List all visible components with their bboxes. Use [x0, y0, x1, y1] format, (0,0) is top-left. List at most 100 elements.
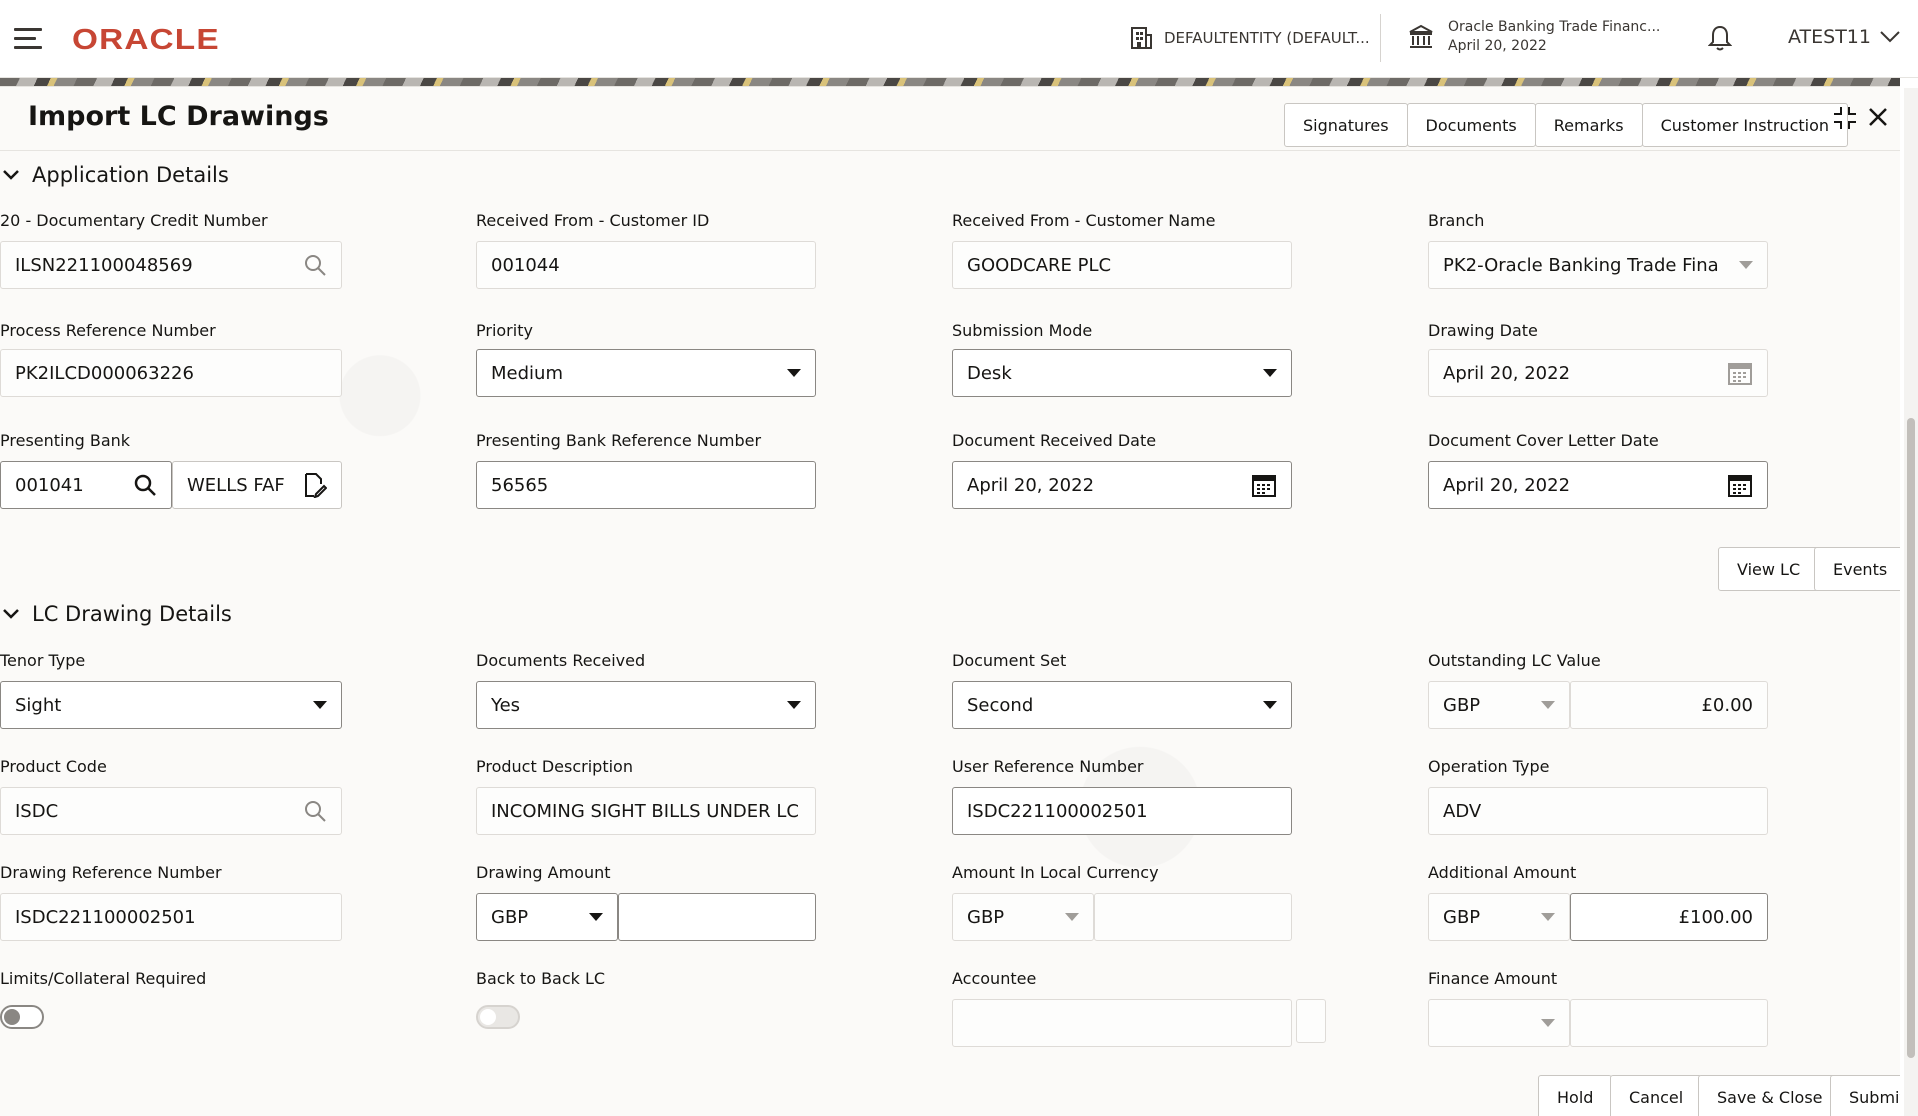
header-tabs: Signatures Documents Remarks Customer In… [1284, 103, 1847, 147]
search-icon[interactable] [303, 799, 327, 823]
view-lc-button[interactable]: View LC [1718, 547, 1819, 591]
drawing-panel: Import LC Drawings Signatures Documents … [0, 86, 1900, 1116]
customer-name-field[interactable]: GOODCARE PLC [952, 241, 1292, 289]
drawing-ref-field[interactable]: ISDC221100002501 [0, 893, 342, 941]
calendar-icon[interactable] [1727, 360, 1753, 386]
save-close-button[interactable]: Save & Close [1698, 1075, 1842, 1116]
product-description-value: INCOMING SIGHT BILLS UNDER LC ( [491, 801, 801, 822]
process-ref-field[interactable]: PK2ILCD000063226 [0, 349, 342, 397]
pb-ref-label: Presenting Bank Reference Number [476, 431, 761, 450]
finance-amount-label: Finance Amount [1428, 969, 1557, 988]
limits-collateral-label: Limits/Collateral Required [0, 969, 206, 988]
document-set-label: Document Set [952, 651, 1066, 670]
calendar-icon[interactable] [1727, 472, 1753, 498]
chevron-down-icon [1879, 30, 1901, 44]
entity-selector[interactable]: DEFAULTENTITY (DEFAULT... [1130, 26, 1370, 50]
lc-drawing-details-header[interactable]: LC Drawing Details [2, 602, 232, 626]
bell-icon[interactable] [1708, 24, 1732, 52]
additional-currency-select[interactable]: GBP [1428, 893, 1570, 941]
bank-date: April 20, 2022 [1448, 37, 1660, 56]
pb-ref-field[interactable]: 56565 [476, 461, 816, 509]
tenor-type-select[interactable]: Sight [0, 681, 342, 729]
submit-button[interactable]: Submit [1830, 1075, 1900, 1116]
outstanding-amount-field[interactable]: £0.00 [1570, 681, 1768, 729]
branch-select[interactable]: PK2-Oracle Banking Trade Fina [1428, 241, 1768, 289]
limits-collateral-toggle[interactable] [0, 1005, 44, 1029]
hamburger-icon[interactable] [14, 28, 42, 50]
scrollbar-thumb[interactable] [1907, 418, 1915, 1058]
user-menu[interactable]: ATEST11 [1788, 26, 1901, 48]
search-icon[interactable] [303, 253, 327, 277]
presenting-bank-id-field[interactable]: 001041 [0, 461, 172, 509]
user-ref-field[interactable]: ISDC221100002501 [952, 787, 1292, 835]
user-ref-value: ISDC221100002501 [967, 801, 1277, 822]
product-code-value: ISDC [15, 801, 297, 822]
doc-cover-date-label: Document Cover Letter Date [1428, 431, 1659, 450]
chevron-down-icon [787, 369, 801, 377]
priority-select[interactable]: Medium [476, 349, 816, 397]
drawing-date-value: April 20, 2022 [1443, 363, 1721, 384]
documents-button[interactable]: Documents [1407, 103, 1536, 147]
chevron-down-icon [787, 701, 801, 709]
hold-button[interactable]: Hold [1538, 1075, 1612, 1116]
drawing-ref-label: Drawing Reference Number [0, 863, 222, 882]
product-description-field[interactable]: INCOMING SIGHT BILLS UNDER LC ( [476, 787, 816, 835]
doc-cover-date-value: April 20, 2022 [1443, 475, 1721, 496]
drawing-date-field[interactable]: April 20, 2022 [1428, 349, 1768, 397]
expand-icon[interactable] [1832, 105, 1858, 131]
customer-instruction-button[interactable]: Customer Instruction [1642, 103, 1848, 147]
search-icon[interactable] [133, 473, 157, 497]
drawing-currency-select[interactable]: GBP [476, 893, 618, 941]
document-set-select[interactable]: Second [952, 681, 1292, 729]
events-button[interactable]: Events [1814, 547, 1900, 591]
doc-received-date-field[interactable]: April 20, 2022 [952, 461, 1292, 509]
document-edit-icon[interactable] [303, 472, 327, 498]
panel-header: Import LC Drawings Signatures Documents … [0, 87, 1900, 151]
dc-number-field[interactable]: ILSN221100048569 [0, 241, 342, 289]
documents-received-select[interactable]: Yes [476, 681, 816, 729]
application-details-header[interactable]: Application Details [2, 163, 229, 187]
operation-type-field[interactable]: ADV [1428, 787, 1768, 835]
drawing-date-label: Drawing Date [1428, 321, 1538, 340]
local-currency-select[interactable]: GBP [952, 893, 1094, 941]
submission-mode-select[interactable]: Desk [952, 349, 1292, 397]
outstanding-lc-label: Outstanding LC Value [1428, 651, 1601, 670]
accountee-label: Accountee [952, 969, 1036, 988]
chevron-down-icon [313, 701, 327, 709]
customer-name-label: Received From - Customer Name [952, 211, 1215, 230]
local-amount-field[interactable] [1094, 893, 1292, 941]
product-description-label: Product Description [476, 757, 633, 776]
outstanding-currency-select[interactable]: GBP [1428, 681, 1570, 729]
presenting-bank-id-value: 001041 [15, 475, 127, 496]
accountee-field[interactable] [952, 999, 1292, 1047]
section-title: LC Drawing Details [32, 602, 232, 626]
accountee-lookup-button[interactable] [1296, 999, 1326, 1043]
bank-name: Oracle Banking Trade Financ... [1448, 18, 1660, 37]
presenting-bank-name-field[interactable]: WELLS FAF [172, 461, 342, 509]
doc-cover-date-field[interactable]: April 20, 2022 [1428, 461, 1768, 509]
oracle-logo[interactable]: ORACLE [72, 24, 220, 57]
finance-currency-select[interactable] [1428, 999, 1570, 1047]
additional-amount-field[interactable]: £100.00 [1570, 893, 1768, 941]
local-currency-value: GBP [967, 907, 1059, 928]
signatures-button[interactable]: Signatures [1284, 103, 1408, 147]
bank-selector[interactable]: Oracle Banking Trade Financ... April 20,… [1408, 18, 1660, 56]
chevron-down-icon [2, 608, 20, 620]
presenting-bank-name-value: WELLS FAF [187, 475, 297, 496]
user-ref-label: User Reference Number [952, 757, 1143, 776]
scrollbar[interactable] [1904, 88, 1918, 1116]
drawing-ref-value: ISDC221100002501 [15, 907, 327, 928]
finance-amount-field[interactable] [1570, 999, 1768, 1047]
pb-ref-value: 56565 [491, 475, 801, 496]
customer-name-value: GOODCARE PLC [967, 255, 1277, 276]
customer-id-field[interactable]: 001044 [476, 241, 816, 289]
cancel-button[interactable]: Cancel [1610, 1075, 1702, 1116]
additional-amount-value: £100.00 [1679, 907, 1753, 928]
submission-mode-label: Submission Mode [952, 321, 1092, 340]
calendar-icon[interactable] [1251, 472, 1277, 498]
remarks-button[interactable]: Remarks [1535, 103, 1643, 147]
product-code-field[interactable]: ISDC [0, 787, 342, 835]
close-icon[interactable] [1866, 105, 1890, 129]
back-to-back-toggle[interactable] [476, 1005, 520, 1029]
drawing-amount-field[interactable] [618, 893, 816, 941]
